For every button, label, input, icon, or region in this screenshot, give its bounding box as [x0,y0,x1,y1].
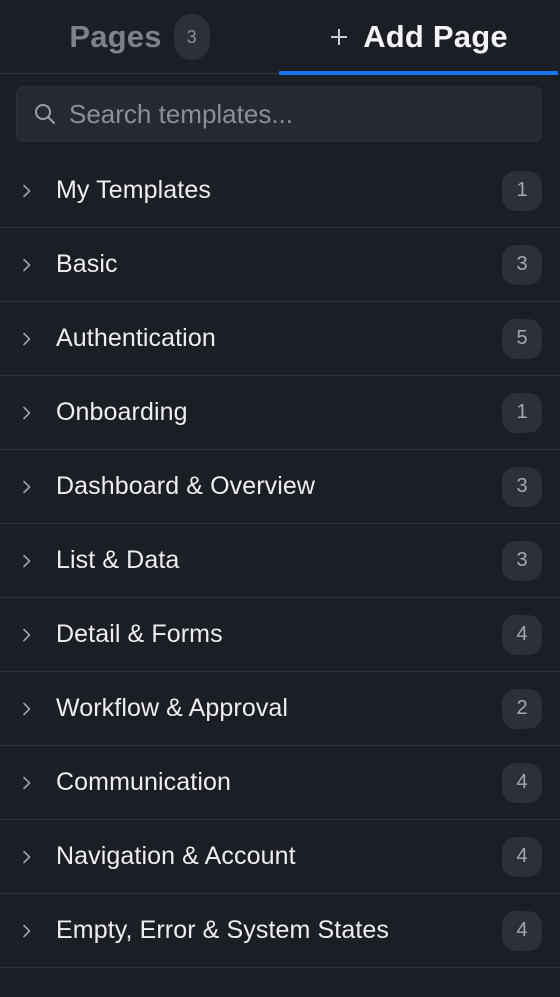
search-box[interactable] [16,86,542,142]
category-label: Empty, Error & System States [56,916,389,944]
template-category-list: My Templates 1 Basic 3 Authentication 5 Onboar… [0,154,560,968]
category-row[interactable]: Authentication 5 [0,302,560,376]
chevron-right-icon [23,702,31,715]
category-count-badge: 1 [502,392,542,433]
category-row[interactable]: Basic 3 [0,228,560,302]
chevron-right-icon [23,776,31,789]
category-label: Communication [56,768,231,796]
category-count-badge: 4 [502,762,542,803]
chevron-right-icon [23,480,31,493]
category-row[interactable]: List & Data 3 [0,524,560,598]
category-row[interactable]: Empty, Error & System States 4 [0,894,560,968]
chevron-right-icon [23,628,31,641]
tab-pages-label: Pages [69,19,162,54]
tab-pages[interactable]: Pages 3 [0,0,279,74]
pages-count-badge: 3 [173,14,210,60]
category-row[interactable]: Onboarding 1 [0,376,560,450]
category-row[interactable]: Workflow & Approval 2 [0,672,560,746]
category-label: My Templates [56,176,211,204]
search-templates-input[interactable] [57,87,541,141]
chevron-right-icon [23,406,31,419]
category-row[interactable]: Navigation & Account 4 [0,820,560,894]
search-icon [35,104,55,124]
category-row[interactable]: Detail & Forms 4 [0,598,560,672]
plus-icon [331,29,348,45]
chevron-right-icon [23,332,31,345]
category-label: Onboarding [56,398,188,426]
add-page-panel: Pages 3 Add Page My Templates 1 Basic 3 Auth… [0,0,560,997]
category-label: Dashboard & Overview [56,472,316,500]
category-label: List & Data [56,546,180,574]
chevron-right-icon [23,184,31,197]
chevron-right-icon [23,554,31,567]
category-count-badge: 5 [502,318,542,359]
tab-add-page-label: Add Page [363,19,508,54]
category-count-badge: 2 [502,688,542,729]
category-count-badge: 3 [502,244,542,285]
panel-tabs: Pages 3 Add Page [0,0,560,75]
category-label: Authentication [56,324,216,352]
category-label: Workflow & Approval [56,694,289,722]
category-row[interactable]: My Templates 1 [0,154,560,228]
category-label: Navigation & Account [56,842,296,870]
category-row[interactable]: Communication 4 [0,746,560,820]
category-count-badge: 4 [502,836,542,877]
category-count-badge: 1 [502,170,542,211]
active-tab-indicator [279,71,558,75]
tab-add-page[interactable]: Add Page [279,0,560,75]
category-count-badge: 4 [502,614,542,655]
search-container [0,74,560,154]
category-label: Basic [56,250,118,278]
category-count-badge: 3 [502,466,542,507]
chevron-right-icon [23,850,31,863]
chevron-right-icon [23,924,31,937]
category-label: Detail & Forms [56,620,223,648]
chevron-right-icon [23,258,31,271]
category-count-badge: 4 [502,910,542,951]
category-row[interactable]: Dashboard & Overview 3 [0,450,560,524]
category-count-badge: 3 [502,540,542,581]
